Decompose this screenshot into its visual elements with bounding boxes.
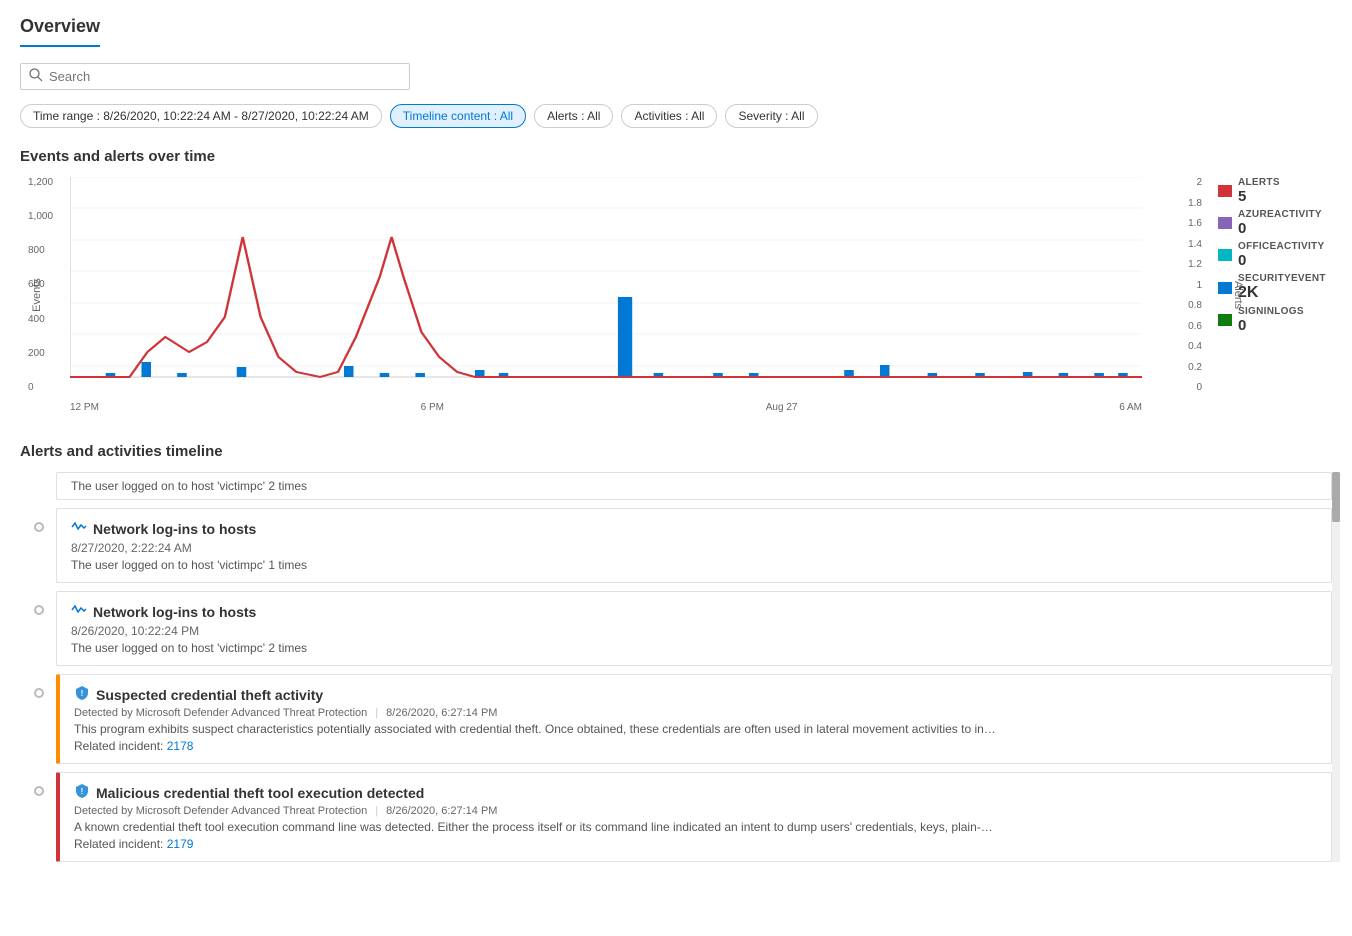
chart-container: Events 1,200 1,000 800 600 400 200 0 <box>20 177 1332 413</box>
page-title: Overview <box>20 16 1332 63</box>
timeline-dot <box>34 605 44 615</box>
timeline-item-network-2[interactable]: Network log-ins to hosts 8/26/2020, 10:2… <box>56 591 1332 666</box>
shield-icon-1: ! <box>74 685 90 704</box>
filter-time-range[interactable]: Time range : 8/26/2020, 10:22:24 AM - 8/… <box>20 104 382 128</box>
chart-section: Events and alerts over time Events 1,200… <box>20 148 1332 413</box>
chart-legend: ALERTS 5 AZUREACTIVITY 0 OFFICEACTIVITY <box>1202 177 1332 413</box>
filter-activities[interactable]: Activities : All <box>621 104 717 128</box>
timeline-item-content: Network log-ins to hosts 8/27/2020, 2:22… <box>56 508 1332 583</box>
legend-azureactivity-bar <box>1218 217 1232 229</box>
filters-bar: Time range : 8/26/2020, 10:22:24 AM - 8/… <box>20 104 1332 128</box>
legend-signinlogs-bar <box>1218 314 1232 326</box>
activity-icon-2 <box>71 602 87 621</box>
legend-officeactivity: OFFICEACTIVITY 0 <box>1218 241 1332 269</box>
timeline-section: Alerts and activities timeline The user … <box>20 443 1332 862</box>
scrollbar-thumb[interactable] <box>1332 472 1340 522</box>
legend-securityevent-bar <box>1218 282 1232 294</box>
legend-alerts: ALERTS 5 <box>1218 177 1332 205</box>
timeline-dot <box>34 688 44 698</box>
timeline-item-credential-theft-1[interactable]: ! Suspected credential theft activity De… <box>56 674 1332 764</box>
timeline-item-content: ! Suspected credential theft activity De… <box>56 674 1332 764</box>
scrollbar-track[interactable] <box>1332 472 1340 862</box>
shield-icon-2: ! <box>74 783 90 802</box>
timeline-item-content: ! Malicious credential theft tool execut… <box>56 772 1332 862</box>
x-axis: 12 PM 6 PM Aug 27 6 AM <box>70 402 1142 413</box>
y-axis-left: 1,200 1,000 800 600 400 200 0 <box>28 177 53 393</box>
legend-azureactivity: AZUREACTIVITY 0 <box>1218 209 1332 237</box>
timeline-dot <box>34 522 44 532</box>
filter-alerts[interactable]: Alerts : All <box>534 104 613 128</box>
search-input[interactable] <box>49 69 401 84</box>
svg-text:!: ! <box>81 787 84 796</box>
related-incident-link-2178[interactable]: 2178 <box>167 739 194 753</box>
filter-severity[interactable]: Severity : All <box>725 104 817 128</box>
partial-item-top: The user logged on to host 'victimpc' 2 … <box>56 472 1332 500</box>
filter-timeline-content[interactable]: Timeline content : All <box>390 104 526 128</box>
search-icon <box>29 68 43 85</box>
timeline-title: Alerts and activities timeline <box>20 443 1332 460</box>
timeline-list: The user logged on to host 'victimpc' 2 … <box>20 472 1332 862</box>
legend-alerts-bar <box>1218 185 1232 197</box>
y-axis-right-label: Alerts <box>1232 281 1244 309</box>
timeline-item-content: Network log-ins to hosts 8/26/2020, 10:2… <box>56 591 1332 666</box>
svg-text:!: ! <box>81 689 84 698</box>
activity-icon <box>71 519 87 538</box>
y-axis-right: 2 1.8 1.6 1.4 1.2 1 0.8 0.6 0.4 0.2 0 <box>1188 177 1202 393</box>
legend-signinlogs: SIGNINLOGS 0 <box>1218 306 1332 334</box>
search-box[interactable] <box>20 63 410 90</box>
timeline-item-credential-theft-2[interactable]: ! Malicious credential theft tool execut… <box>56 772 1332 862</box>
timeline-dot <box>34 786 44 796</box>
legend-officeactivity-bar <box>1218 249 1232 261</box>
related-incident-link-2179[interactable]: 2179 <box>167 837 194 851</box>
timeline-item-network-1[interactable]: Network log-ins to hosts 8/27/2020, 2:22… <box>56 508 1332 583</box>
chart-svg <box>70 177 1142 397</box>
chart-title: Events and alerts over time <box>20 148 1332 165</box>
